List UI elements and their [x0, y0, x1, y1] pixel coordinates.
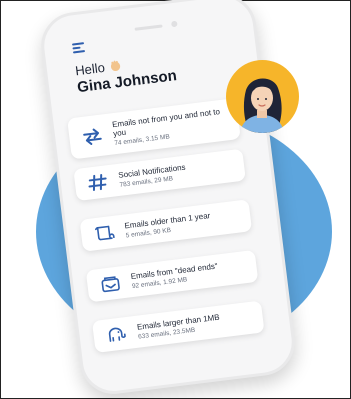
card-larger-than-1mb[interactable]: Emails larger than 1MB 633 emails, 23.5M… — [91, 300, 265, 354]
scroll-icon — [95, 225, 115, 241]
avatar — [226, 60, 299, 133]
elephant-icon — [108, 327, 126, 342]
front-camera — [170, 20, 178, 28]
waving-hand-icon — [110, 60, 120, 72]
card-social-notifications[interactable]: Social Notifications 783 emails, 29 MB — [73, 148, 246, 202]
card-dead-ends[interactable]: Emails from "dead ends" 92 emails, 1.92 … — [85, 249, 259, 303]
swap-arrows-icon — [83, 128, 102, 145]
card-older-than-year[interactable]: Emails older than 1 year 5 emails, 90 KB — [79, 199, 253, 252]
menu-icon[interactable] — [71, 42, 86, 54]
hashtag-icon — [88, 174, 107, 192]
woman-illustration-icon — [240, 78, 284, 133]
speaker-grille — [134, 24, 163, 31]
inbox-cards-icon — [101, 276, 120, 293]
card-not-from-you[interactable]: Emails not from you and not to you 74 em… — [67, 98, 241, 160]
